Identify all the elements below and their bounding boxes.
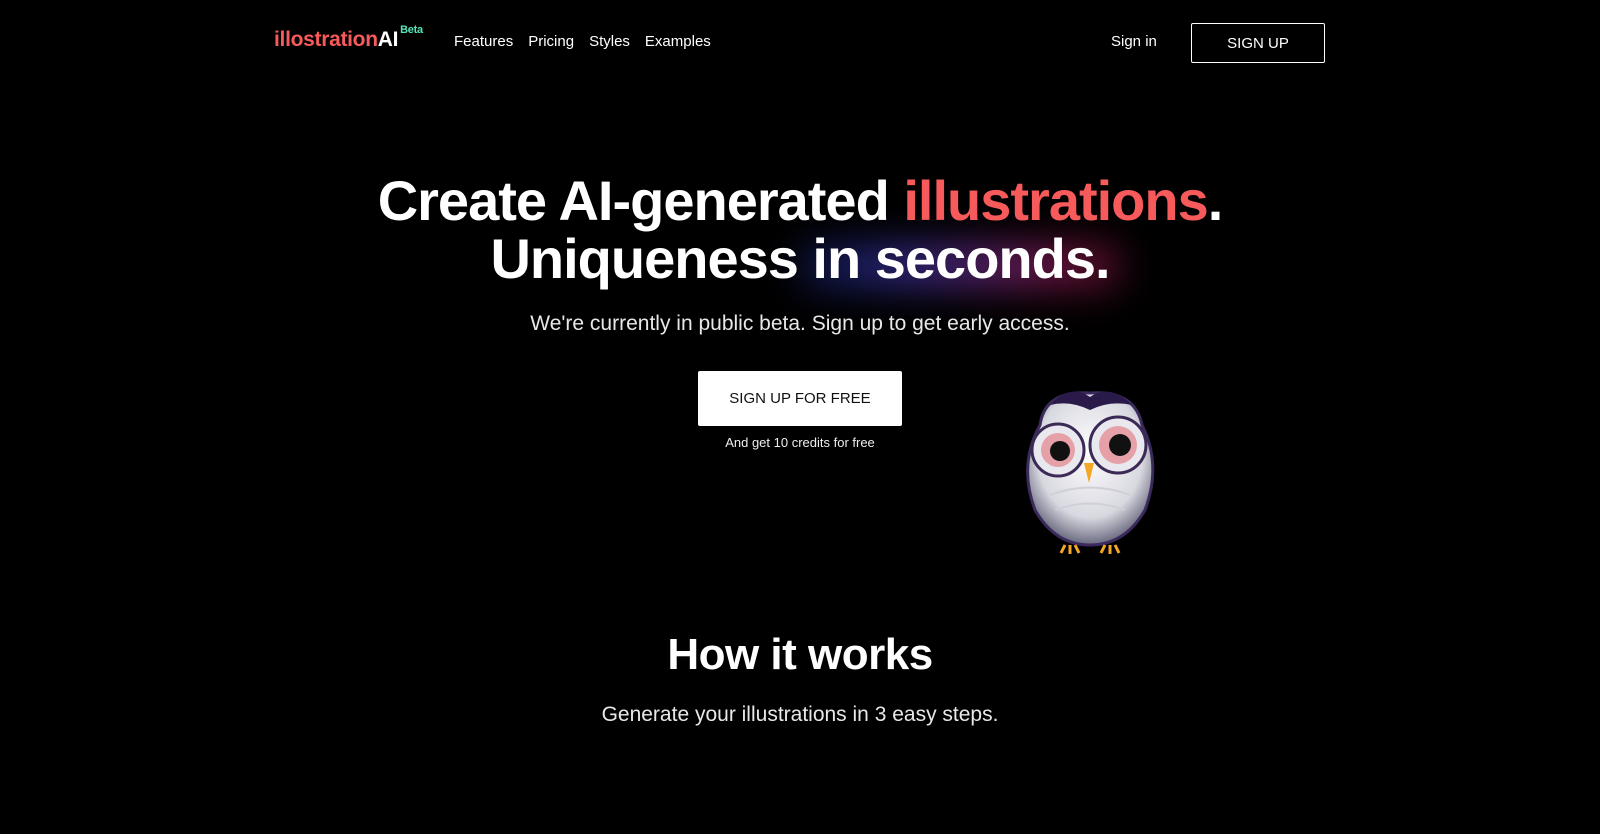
headline-period: . [1207, 169, 1224, 232]
headline-line-2: Uniqueness in seconds. [490, 227, 1110, 290]
logo-brand-text: illostration [274, 28, 378, 51]
headline-line-1: Create AI-generated illustrations. [0, 172, 1600, 230]
logo[interactable]: illostrationAI Beta [274, 24, 423, 52]
owl-illustration [1026, 391, 1155, 554]
nav-link-styles[interactable]: Styles [589, 33, 630, 50]
nav-link-pricing[interactable]: Pricing [528, 33, 574, 50]
sign-up-free-button[interactable]: SIGN UP FOR FREE [698, 371, 902, 426]
hero-subtitle: We're currently in public beta. Sign up … [530, 312, 1070, 335]
nav-link-features[interactable]: Features [454, 33, 513, 50]
headline-prefix: Create AI-generated [377, 169, 904, 232]
nav-links: Features Pricing Styles Examples [454, 33, 711, 50]
sign-in-link[interactable]: Sign in [1111, 33, 1157, 50]
beta-badge: Beta [400, 24, 423, 36]
logo-ai-text: AI [377, 28, 399, 51]
nav-link-examples[interactable]: Examples [645, 33, 711, 50]
headline-accent: illustrations [903, 169, 1208, 232]
top-navigation: illostrationAI Beta Features Pricing Styl… [0, 0, 1600, 84]
sign-up-button[interactable]: SIGN UP [1191, 23, 1325, 63]
hero-headline: Create AI-generated illustrations. Uniqu… [0, 172, 1600, 288]
how-it-works-subtitle: Generate your illustrations in 3 easy st… [601, 703, 999, 726]
how-it-works-title: How it works [667, 630, 933, 679]
credits-note: And get 10 credits for free [725, 435, 875, 450]
